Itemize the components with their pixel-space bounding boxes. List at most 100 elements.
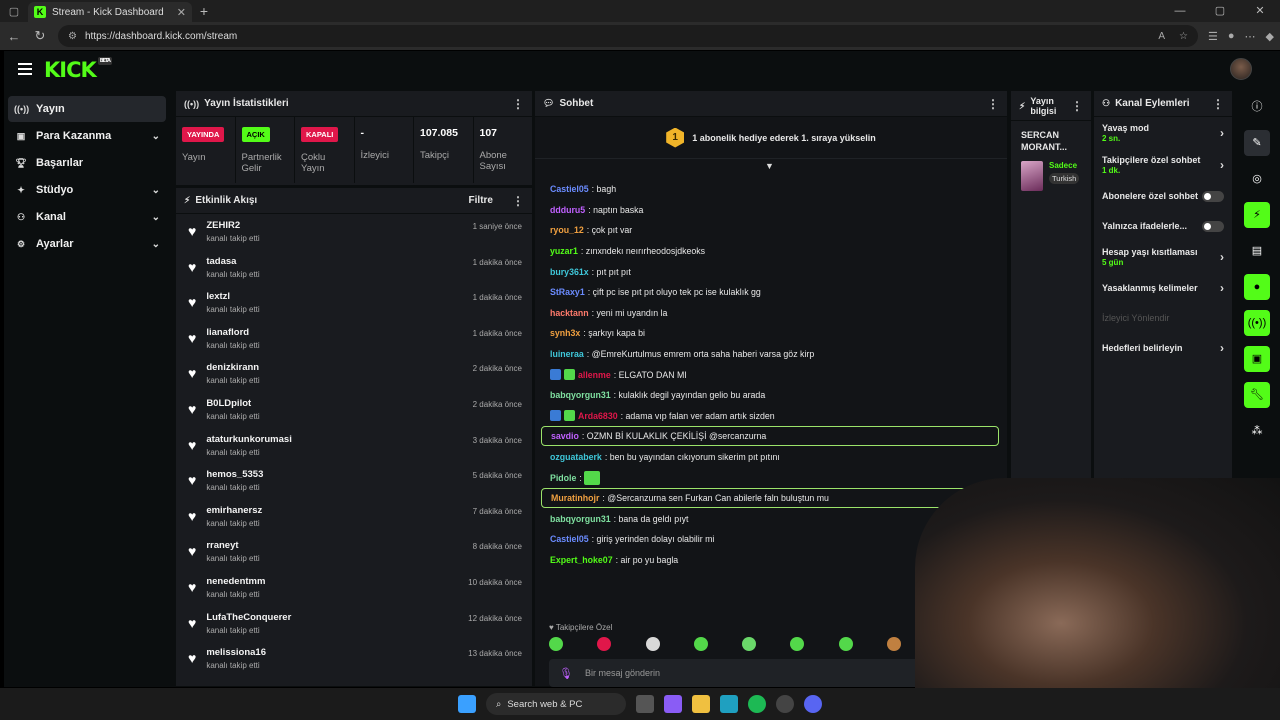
- edit-icon[interactable]: ✎: [1244, 130, 1270, 156]
- explorer-icon[interactable]: [692, 695, 710, 713]
- back-icon[interactable]: ←: [6, 29, 22, 44]
- copilot-icon[interactable]: [664, 695, 682, 713]
- channel-action-row[interactable]: Yalnızca ifadelerle...: [1094, 211, 1232, 241]
- chat-username[interactable]: luineraa: [550, 349, 584, 359]
- emote[interactable]: [838, 637, 853, 651]
- stat-partner-revenue[interactable]: AÇIK Partnerlik Gelir: [236, 117, 295, 183]
- more-options-icon[interactable]: ⋮: [1071, 100, 1083, 112]
- document-icon[interactable]: ▤: [1244, 238, 1270, 264]
- chat-message[interactable]: bury361x: pıt pıt pıt: [541, 261, 999, 282]
- chat-input[interactable]: 🎙︎ Bir mesaj gönderin: [549, 659, 949, 687]
- camera-icon[interactable]: ◎: [1244, 166, 1270, 192]
- avatar[interactable]: [1230, 58, 1252, 80]
- read-aloud-icon[interactable]: A: [1158, 31, 1165, 42]
- chat-username[interactable]: bury361x: [550, 267, 589, 277]
- info-icon[interactable]: ⓘ: [1244, 94, 1270, 120]
- chat-message[interactable]: ozguataberk: ben bu yayından cıkıyorum s…: [541, 447, 999, 468]
- list-item[interactable]: ♥ rraneyt kanalı takip etti 8 dakika önc…: [176, 534, 532, 570]
- channel-action-row[interactable]: Hesap yaşı kısıtlaması 5 gün ›: [1094, 241, 1232, 273]
- profile-icon[interactable]: ●: [1228, 30, 1235, 43]
- apps-icon[interactable]: ⁂: [1244, 418, 1270, 444]
- chat-username[interactable]: StRaxy1: [550, 287, 585, 297]
- chat-message[interactable]: allenme: ELGATO DAN MI: [541, 364, 999, 385]
- chat-username[interactable]: synh3x: [550, 328, 580, 338]
- filter-button[interactable]: Filtre: [469, 195, 493, 206]
- chat-username[interactable]: yuzar1: [550, 246, 578, 256]
- chat-message[interactable]: ddduru5: naptın baska: [541, 200, 999, 221]
- chat-username[interactable]: babqyorgun31: [550, 390, 611, 400]
- list-item[interactable]: ♥ emirhanersz kanalı takip etti 7 dakika…: [176, 499, 532, 535]
- emote[interactable]: [549, 637, 563, 651]
- list-item[interactable]: ♥ B0LDpilot kanalı takip etti 2 dakika ö…: [176, 392, 532, 428]
- copilot-icon[interactable]: ◆: [1266, 30, 1274, 43]
- sidebar-item-studyo[interactable]: ✦ Stüdyo ⌄: [8, 177, 166, 203]
- list-item[interactable]: ♥ tadasa kanalı takip etti 1 dakika önce: [176, 250, 532, 286]
- chat-username[interactable]: allenme: [578, 370, 611, 380]
- chat-message[interactable]: Arda6830: adama vıp falan ver adam artık…: [541, 406, 999, 427]
- emote[interactable]: [645, 637, 660, 651]
- chat-message[interactable]: babqyorgun31: kulaklık degil yayından ge…: [541, 385, 999, 406]
- browser-tab[interactable]: K Stream - Kick Dashboard ✕: [28, 2, 192, 22]
- chat-message[interactable]: Pidole:: [541, 467, 999, 488]
- chat-message[interactable]: savdio: OZMN Bİ KULAKLIK ÇEKİLİŞİ @serca…: [541, 426, 999, 447]
- sidebar-item-yayin[interactable]: ((•)) Yayın: [8, 96, 166, 122]
- new-tab-icon[interactable]: +: [192, 3, 216, 19]
- chat-message[interactable]: Castiel05: bagh: [541, 179, 999, 200]
- chat-message[interactable]: ryou_12: çok pıt var: [541, 220, 999, 241]
- list-item[interactable]: ♥ nenedentmm kanalı takip etti 10 dakika…: [176, 570, 532, 606]
- chat-message[interactable]: yuzar1: zınxndekı neırırheodosjdkeoks: [541, 241, 999, 262]
- scroll-down-icon[interactable]: ▼: [765, 161, 774, 171]
- more-options-icon[interactable]: ⋮: [987, 97, 999, 111]
- window-menu-icon[interactable]: ▢: [0, 0, 28, 22]
- close-tab-icon[interactable]: ✕: [177, 6, 186, 19]
- sidebar-item-ayarlar[interactable]: ⚙ Ayarlar ⌄: [8, 231, 166, 257]
- broadcast-icon[interactable]: ((•)): [1244, 310, 1270, 336]
- list-item[interactable]: ♥ melissiona16 kanalı takip etti 13 daki…: [176, 641, 532, 677]
- emote[interactable]: [693, 637, 708, 651]
- chat-username[interactable]: ryou_12: [550, 225, 584, 235]
- list-item[interactable]: ♥ lextzl kanalı takip etti 1 dakika önce: [176, 285, 532, 321]
- list-item[interactable]: ♥ ataturkunkorumasi kanalı takip etti 3 …: [176, 428, 532, 464]
- chat-username[interactable]: Arda6830: [578, 411, 618, 421]
- chat-username[interactable]: Expert_hoke07: [550, 555, 613, 565]
- chat-bubble-icon[interactable]: ●: [1244, 274, 1270, 300]
- list-item[interactable]: ♥ denizkirann kanalı takip etti 2 dakika…: [176, 356, 532, 392]
- url-field[interactable]: ⚙ https://dashboard.kick.com/stream A ☆: [58, 25, 1198, 47]
- chat-username[interactable]: hacktann: [550, 308, 589, 318]
- chat-message[interactable]: Muratinhojr: @Sercanzurna sen Furkan Can…: [541, 488, 999, 509]
- sidebar-item-kanal[interactable]: ⚇ Kanal ⌄: [8, 204, 166, 230]
- chat-username[interactable]: babqyorgun31: [550, 514, 611, 524]
- list-item[interactable]: ♥ LufaTheConquerer kanalı takip etti 12 …: [176, 606, 532, 642]
- chat-username[interactable]: savdio: [551, 431, 579, 441]
- sidebar-item-para-kazanma[interactable]: ▣ Para Kazanma ⌄: [8, 123, 166, 149]
- channel-action-row[interactable]: Yasaklanmış kelimeler ›: [1094, 273, 1232, 303]
- spotify-icon[interactable]: [748, 695, 766, 713]
- category-name[interactable]: Sadece: [1049, 161, 1079, 170]
- taskbar-search[interactable]: ⌕ Search web & PC: [486, 693, 626, 715]
- collections-icon[interactable]: ☰: [1208, 30, 1218, 43]
- chat-message[interactable]: StRaxy1: çift pc ise pıt pıt oluyo tek p…: [541, 282, 999, 303]
- chat-username[interactable]: ozguataberk: [550, 452, 602, 462]
- list-item[interactable]: ♥ hemos_5353 kanalı takip etti 5 dakika …: [176, 463, 532, 499]
- sidebar-item-basarilar[interactable]: 🏆︎ Başarılar: [8, 150, 166, 176]
- chat-username[interactable]: Castiel05: [550, 184, 589, 194]
- category-thumbnail[interactable]: [1021, 161, 1043, 191]
- toggle-switch[interactable]: [1202, 220, 1224, 232]
- windows-start-icon[interactable]: [458, 695, 476, 713]
- channel-action-row[interactable]: Abonelere özel sohbet: [1094, 181, 1232, 211]
- gift-leaderboard-banner[interactable]: 1 1 abonelik hediye ederek 1. sıraya yük…: [535, 117, 1007, 159]
- more-options-icon[interactable]: ⋮: [512, 97, 524, 111]
- site-info-icon[interactable]: ⚙: [68, 31, 77, 42]
- mic-icon[interactable]: 🎙︎: [559, 667, 573, 680]
- task-view-icon[interactable]: [636, 695, 654, 713]
- list-item[interactable]: ♥ ZEHIR2 kanalı takip etti 1 saniye önce: [176, 214, 532, 250]
- more-options-icon[interactable]: ⋮: [1212, 97, 1224, 111]
- kick-logo[interactable]: KICK BETA: [44, 57, 112, 82]
- channel-action-row[interactable]: Hedefleri belirleyin ›: [1094, 333, 1232, 363]
- obs-icon[interactable]: [776, 695, 794, 713]
- discord-icon[interactable]: [804, 695, 822, 713]
- more-menu-icon[interactable]: ⋯: [1245, 30, 1256, 43]
- stat-multistream[interactable]: KAPALI Çoklu Yayın: [295, 117, 355, 183]
- minimize-icon[interactable]: —: [1160, 0, 1200, 22]
- emote[interactable]: [597, 637, 612, 651]
